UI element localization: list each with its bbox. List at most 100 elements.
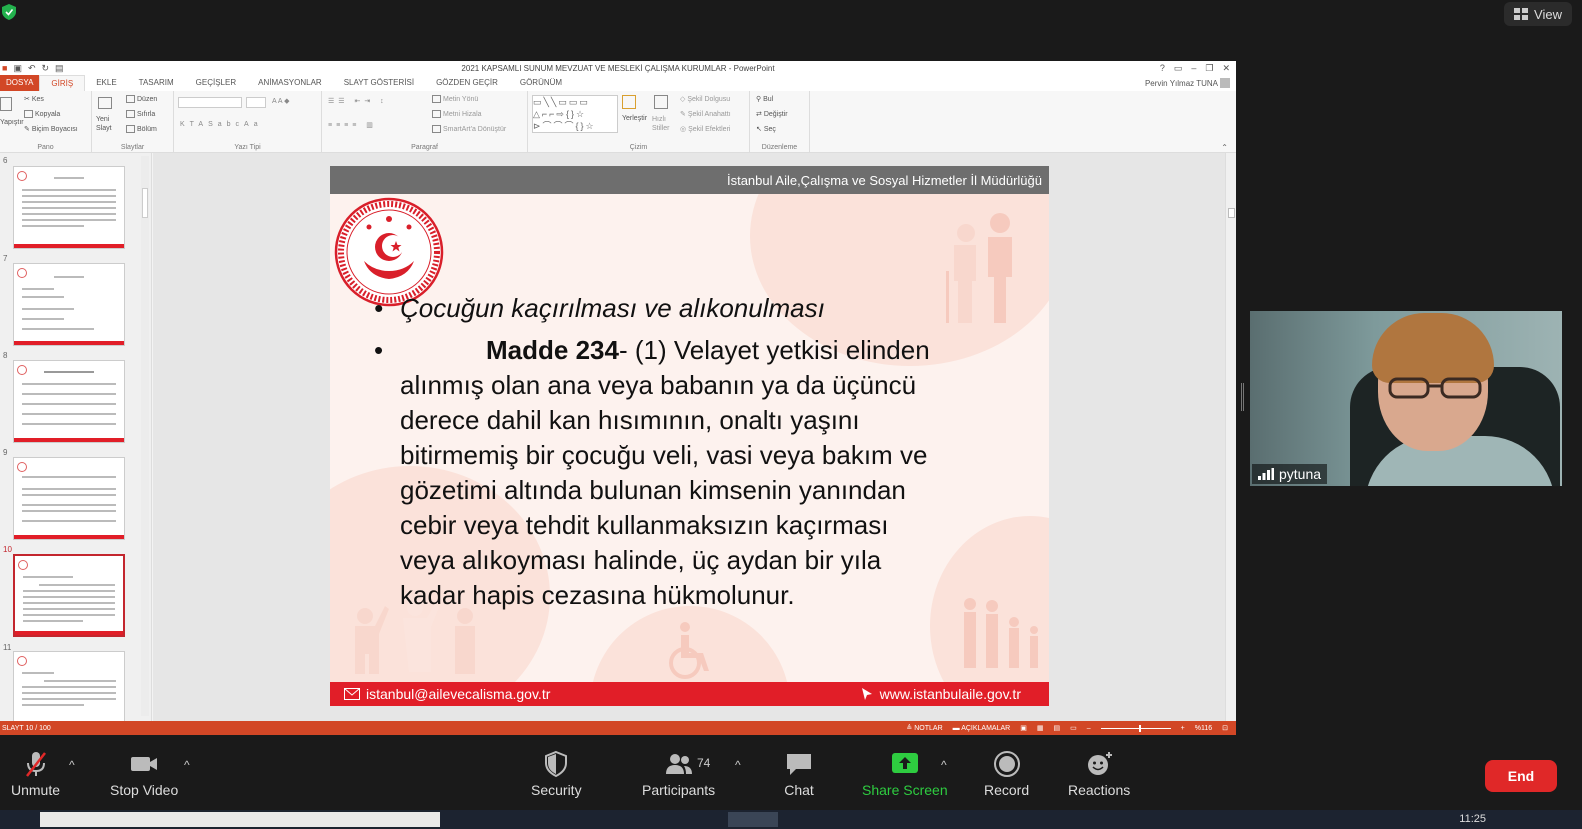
new-slide-icon: [98, 97, 112, 109]
chat-bubble-icon: [787, 754, 811, 775]
ribbon-display-icon[interactable]: ▭: [1174, 63, 1183, 74]
select-button[interactable]: ↖ Seç: [756, 125, 776, 133]
tab-ekle[interactable]: EKLE: [85, 75, 127, 91]
normal-view-icon[interactable]: ▣: [1020, 724, 1027, 732]
end-meeting-button[interactable]: End: [1485, 760, 1557, 792]
thumbnail-scroll-knob[interactable]: [142, 188, 148, 218]
restore-icon[interactable]: ❐: [1205, 63, 1213, 74]
undo-icon[interactable]: ↶: [28, 63, 36, 74]
comments-button[interactable]: ▬ AÇIKLAMALAR: [953, 725, 1011, 732]
thumb-logo-icon: [17, 365, 27, 375]
encryption-shield-icon[interactable]: [2, 4, 16, 20]
audio-options-caret-icon[interactable]: ^: [69, 758, 75, 772]
paste-button[interactable]: Yapıştır: [0, 119, 24, 126]
zoom-level[interactable]: %116: [1195, 725, 1212, 732]
slide-counter: SLAYT 10 / 100: [2, 724, 51, 732]
shape-effects-button[interactable]: ◎ Şekil Efektleri: [680, 125, 730, 133]
thumbnail-scrollbar[interactable]: [141, 156, 149, 716]
taskbar-search-box[interactable]: [40, 812, 440, 827]
arrange-button[interactable]: Yerleştir: [622, 115, 647, 122]
zoom-slider[interactable]: [1100, 724, 1171, 732]
zoom-out-icon[interactable]: –: [1087, 725, 1091, 732]
tab-dosya[interactable]: DOSYA: [0, 75, 40, 91]
close-icon[interactable]: ✕: [1222, 63, 1230, 74]
slide-thumbnail[interactable]: [13, 457, 125, 540]
tab-animasyonlar[interactable]: ANİMASYONLAR: [247, 75, 333, 91]
slide-thumbnail[interactable]: [13, 166, 125, 249]
tab-gorunum[interactable]: GÖRÜNÜM: [509, 75, 573, 91]
redo-icon[interactable]: ↻: [42, 63, 50, 74]
align-buttons[interactable]: ≡≡≡≡ ▥: [328, 121, 377, 129]
collapse-ribbon-icon[interactable]: ⌃: [1221, 143, 1228, 152]
slide-sorter-icon[interactable]: ▦: [1037, 724, 1044, 732]
brush-icon: ✎: [24, 126, 30, 133]
slideshow-view-icon[interactable]: ▭: [1070, 724, 1077, 732]
group-label-slaytlar: Slaytlar: [120, 144, 145, 151]
help-icon[interactable]: ?: [1160, 63, 1165, 74]
fit-to-window-icon[interactable]: ⊡: [1222, 724, 1228, 732]
font-size-combo[interactable]: [246, 97, 266, 108]
zoom-in-icon[interactable]: +: [1181, 725, 1185, 732]
minimize-icon[interactable]: –: [1191, 63, 1196, 74]
record-button[interactable]: Record: [984, 750, 1029, 798]
user-avatar[interactable]: [1220, 78, 1230, 88]
tab-tasarim[interactable]: TASARIM: [128, 75, 185, 91]
find-button[interactable]: ⚲ Bul: [756, 95, 773, 103]
record-icon: [993, 751, 1020, 777]
chat-button[interactable]: Chat: [784, 750, 814, 798]
smartart-button[interactable]: SmartArt'a Dönüştür: [432, 125, 506, 133]
cut-button[interactable]: ✂ Kes: [24, 95, 44, 103]
slide-thumbnail[interactable]: [13, 263, 125, 346]
font-style-buttons[interactable]: KTASabcAa: [180, 121, 263, 128]
canvas-scroll-knob[interactable]: [1228, 208, 1235, 218]
ppt-title-bar: ■ ▣ ↶ ↻ ▤ 2021 KAPSAMLI SUNUM MEVZUAT VE…: [0, 61, 1236, 75]
unmute-button[interactable]: Unmute: [11, 750, 60, 798]
slide-thumbnail[interactable]: [13, 360, 125, 443]
align-text-button[interactable]: Metni Hizala: [432, 110, 482, 118]
video-options-caret-icon[interactable]: ^: [184, 758, 190, 772]
stop-video-button[interactable]: Stop Video: [110, 750, 178, 798]
share-options-caret-icon[interactable]: ^: [941, 758, 947, 772]
zoom-slider-thumb[interactable]: [1138, 724, 1141, 732]
tab-gecisler[interactable]: GEÇİŞLER: [185, 75, 247, 91]
tab-giris[interactable]: GİRİŞ: [39, 75, 86, 91]
shape-outline-button[interactable]: ✎ Şekil Anahattı: [680, 110, 731, 118]
start-slideshow-icon[interactable]: ▤: [55, 63, 64, 74]
notes-button[interactable]: ≜ NOTLAR: [906, 724, 942, 732]
section-button[interactable]: Bölüm: [126, 125, 157, 133]
text-direction-button[interactable]: Metin Yönü: [432, 95, 478, 103]
quick-styles-icon: [654, 95, 668, 109]
reset-button[interactable]: Sıfırla: [126, 110, 155, 118]
slide-thumbnail-selected[interactable]: [13, 554, 125, 637]
status-right: ≜ NOTLAR ▬ AÇIKLAMALAR ▣ ▦ ▤ ▭ – + %116 …: [906, 724, 1228, 732]
canvas-scrollbar[interactable]: [1225, 153, 1236, 721]
replace-button[interactable]: ⇄ Değiştir: [756, 110, 788, 118]
font-grow-shrink-icons[interactable]: A A ◆: [272, 97, 289, 105]
tab-gozden-gecir[interactable]: GÖZDEN GEÇİR: [425, 75, 509, 91]
save-icon[interactable]: ▣: [13, 63, 22, 74]
list-buttons[interactable]: ☰☰ ⇤⇥ ↕: [328, 97, 388, 105]
view-button[interactable]: View: [1504, 2, 1572, 26]
quick-styles-button[interactable]: Hızlı Stiller: [652, 115, 674, 133]
signed-in-user[interactable]: Pervin Yılmaz TUNA: [1145, 79, 1218, 88]
security-button[interactable]: Security: [531, 750, 582, 798]
participant-nameplate: pytuna: [1252, 464, 1328, 484]
reading-view-icon[interactable]: ▤: [1053, 724, 1060, 732]
shape-effects-label: Şekil Efektleri: [688, 126, 731, 133]
panel-resize-handle[interactable]: [1241, 383, 1244, 411]
tab-slayt-gosterisi[interactable]: SLAYT GÖSTERİSİ: [333, 75, 425, 91]
share-screen-button[interactable]: Share Screen: [862, 750, 948, 798]
cursor-icon: ↖: [756, 126, 762, 133]
thumb-number: 7: [3, 254, 8, 263]
taskbar-active-app[interactable]: [728, 812, 778, 827]
format-painter-button[interactable]: ✎ Biçim Boyacısı: [24, 125, 78, 133]
layout-button[interactable]: Düzen: [126, 95, 157, 103]
copy-button[interactable]: Kopyala: [24, 110, 60, 118]
new-slide-button[interactable]: Yeni Slayt: [96, 115, 120, 133]
font-name-combo[interactable]: [178, 97, 242, 108]
shapes-gallery[interactable]: ▭╲╲▭▭▭ △⌐⌐⇨{}☆ ⊳⌒⌒⌒{}☆: [532, 95, 618, 133]
shape-fill-button[interactable]: ◇ Şekil Dolgusu: [680, 95, 730, 103]
reactions-button[interactable]: Reactions: [1068, 750, 1130, 798]
participants-options-caret-icon[interactable]: ^: [735, 758, 741, 772]
participant-video-tile[interactable]: pytuna: [1250, 311, 1562, 486]
